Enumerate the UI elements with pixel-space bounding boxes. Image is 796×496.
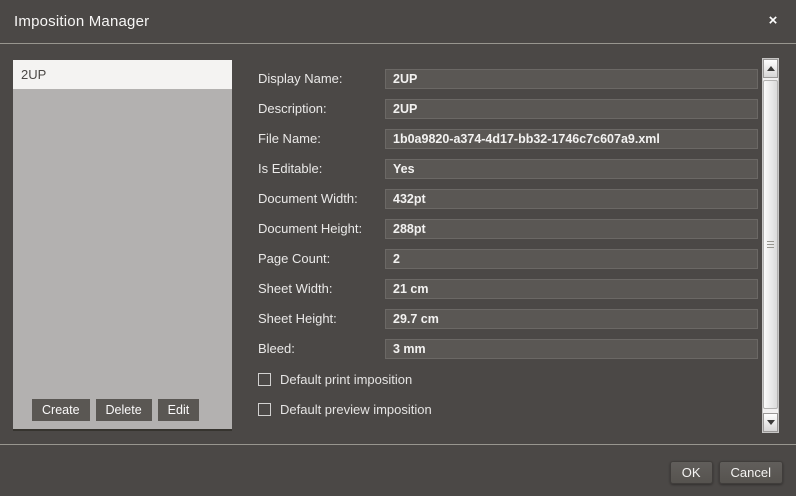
- page-count-field[interactable]: 2: [385, 249, 758, 269]
- form-row-sheet-width: Sheet Width: 21 cm: [258, 279, 758, 299]
- sheet-height-field[interactable]: 29.7 cm: [385, 309, 758, 329]
- form-row-page-count: Page Count: 2: [258, 249, 758, 269]
- document-height-field[interactable]: 288pt: [385, 219, 758, 239]
- delete-button[interactable]: Delete: [96, 399, 152, 421]
- is-editable-label: Is Editable:: [258, 159, 385, 179]
- file-name-field[interactable]: 1b0a9820-a374-4d17-bb32-1746c7c607a9.xml: [385, 129, 758, 149]
- close-icon[interactable]: ×: [763, 11, 783, 31]
- thumb-grip-icon: [767, 241, 774, 242]
- default-print-imposition-checkbox[interactable]: [258, 373, 271, 386]
- document-height-label: Document Height:: [258, 219, 385, 239]
- create-button[interactable]: Create: [32, 399, 90, 421]
- footer-separator: [0, 444, 796, 445]
- scrollbar-thumb[interactable]: [763, 80, 778, 409]
- vertical-scrollbar[interactable]: [762, 58, 779, 433]
- list-item-2up[interactable]: 2UP: [13, 60, 232, 89]
- document-width-label: Document Width:: [258, 189, 385, 209]
- is-editable-field[interactable]: Yes: [385, 159, 758, 179]
- footer-button-row: OK Cancel: [670, 461, 783, 484]
- dialog-title: Imposition Manager: [14, 0, 149, 44]
- default-print-imposition-row: Default print imposition: [258, 369, 758, 389]
- dialog-title-bar[interactable]: Imposition Manager ×: [0, 0, 796, 44]
- edit-button[interactable]: Edit: [158, 399, 200, 421]
- default-preview-imposition-checkbox[interactable]: [258, 403, 271, 416]
- page-count-label: Page Count:: [258, 249, 385, 269]
- form-row-bleed: Bleed: 3 mm: [258, 339, 758, 359]
- cancel-button[interactable]: Cancel: [719, 461, 783, 484]
- default-preview-imposition-label: Default preview imposition: [280, 402, 432, 417]
- scroll-down-button[interactable]: [763, 413, 778, 432]
- list-empty-area: [13, 89, 232, 399]
- bleed-label: Bleed:: [258, 339, 385, 359]
- ok-button[interactable]: OK: [670, 461, 713, 484]
- sheet-width-label: Sheet Width:: [258, 279, 385, 299]
- default-print-imposition-label: Default print imposition: [280, 372, 412, 387]
- thumb-grip-icon: [767, 244, 774, 245]
- scroll-up-button[interactable]: [763, 59, 778, 78]
- sheet-width-field[interactable]: 21 cm: [385, 279, 758, 299]
- form-row-document-width: Document Width: 432pt: [258, 189, 758, 209]
- description-label: Description:: [258, 99, 385, 119]
- down-arrow-icon: [767, 420, 775, 425]
- form-row-is-editable: Is Editable: Yes: [258, 159, 758, 179]
- document-width-field[interactable]: 432pt: [385, 189, 758, 209]
- form-row-document-height: Document Height: 288pt: [258, 219, 758, 239]
- display-name-field[interactable]: 2UP: [385, 69, 758, 89]
- form-row-description: Description: 2UP: [258, 99, 758, 119]
- form-row-display-name: Display Name: 2UP: [258, 69, 758, 89]
- display-name-label: Display Name:: [258, 69, 385, 89]
- thumb-grip-icon: [767, 247, 774, 248]
- up-arrow-icon: [767, 66, 775, 71]
- imposition-list[interactable]: 2UP Create Delete Edit: [13, 60, 232, 431]
- bleed-field[interactable]: 3 mm: [385, 339, 758, 359]
- default-preview-imposition-row: Default preview imposition: [258, 399, 758, 419]
- form-row-sheet-height: Sheet Height: 29.7 cm: [258, 309, 758, 329]
- list-button-row: Create Delete Edit: [13, 399, 232, 429]
- file-name-label: File Name:: [258, 129, 385, 149]
- sheet-height-label: Sheet Height:: [258, 309, 385, 329]
- form-row-file-name: File Name: 1b0a9820-a374-4d17-bb32-1746c…: [258, 129, 758, 149]
- imposition-detail-form: Display Name: 2UP Description: 2UP File …: [258, 69, 758, 429]
- description-field[interactable]: 2UP: [385, 99, 758, 119]
